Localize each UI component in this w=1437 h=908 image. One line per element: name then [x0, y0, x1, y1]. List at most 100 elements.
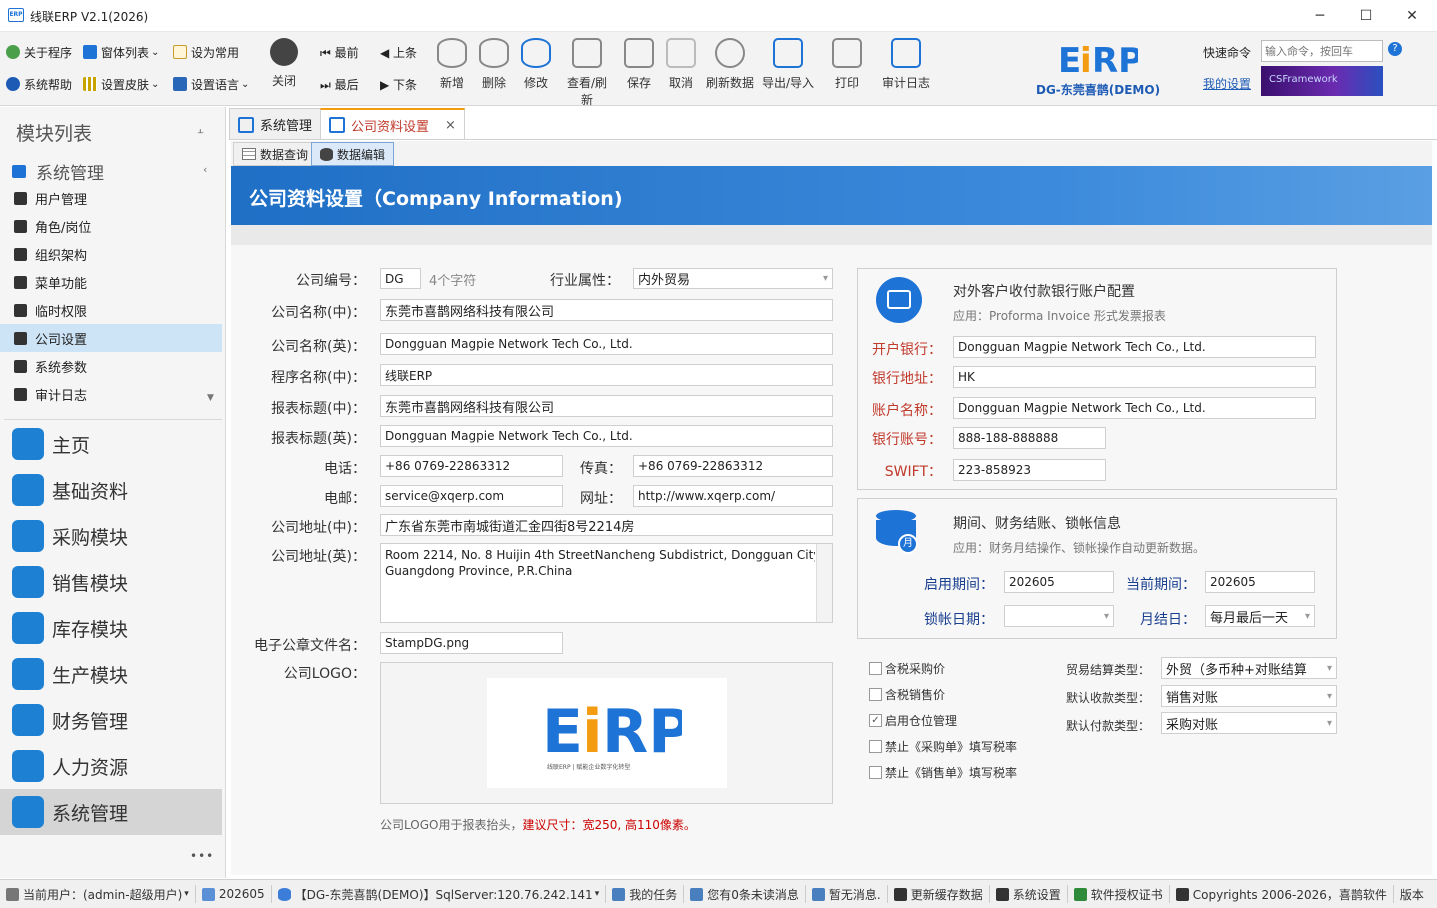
nav-first-button[interactable]: ⏮ 最前	[320, 44, 359, 61]
delete-button[interactable]: 删除	[471, 36, 517, 91]
refresh-data-button[interactable]: 刷新数据	[703, 36, 757, 91]
start-period-input[interactable]: 202605	[1004, 571, 1114, 593]
address-cn-input[interactable]: 广东省东莞市南城街道汇金四街8号2214房	[380, 514, 833, 536]
sidebar-item-roles[interactable]: 角色/岗位	[0, 212, 222, 240]
checkbox-tax-purchase[interactable]: 含税采购价	[869, 660, 945, 677]
more-icon[interactable]: •••	[190, 849, 214, 863]
receive-type-select[interactable]: 销售对账	[1161, 685, 1337, 707]
report-title-cn-input[interactable]: 东莞市喜鹊网络科技有限公司	[380, 395, 833, 417]
sidebar-item-company[interactable]: 公司设置	[0, 324, 222, 352]
refresh-icon	[893, 887, 907, 901]
status-database[interactable]: 【DG-东莞喜鹊(DEMO)】SqlServer:120.76.242.141 ▾	[272, 885, 607, 903]
status-license[interactable]: 软件授权证书	[1068, 885, 1170, 903]
stamp-input[interactable]: StampDG.png	[380, 632, 563, 654]
status-notice[interactable]: 暂无消息.	[806, 885, 888, 903]
sidebar-item-audit[interactable]: 审计日志	[0, 380, 222, 408]
help-icon[interactable]: ?	[1388, 42, 1402, 56]
skin-button[interactable]: 设置皮肤 ⌄	[83, 75, 159, 93]
window-list-button[interactable]: 窗体列表 ⌄	[83, 43, 159, 61]
quick-command-label: 快速命令	[1203, 46, 1252, 60]
lock-date-select[interactable]	[1004, 605, 1114, 627]
maximize-button[interactable]: ☐	[1343, 0, 1389, 32]
industry-select[interactable]: 内外贸易	[633, 268, 833, 289]
website-input[interactable]: http://www.xqerp.com/	[633, 485, 833, 507]
status-period[interactable]: 202605	[196, 885, 272, 903]
status-user[interactable]: 当前用户：(admin-超级用户) ▾	[0, 885, 196, 903]
module-sales[interactable]: 销售模块	[0, 559, 222, 605]
module-system[interactable]: 系统管理	[0, 789, 222, 835]
logo-picture-box[interactable]: E i RP 线联ERP | 赋能企业数字化转型	[380, 662, 833, 804]
subtab-edit[interactable]: 数据编辑	[311, 142, 395, 166]
tab-company-info[interactable]: 公司资料设置 ×	[320, 108, 465, 140]
name-en-input[interactable]: Dongguan Magpie Network Tech Co., Ltd.	[380, 333, 833, 355]
checkbox-bin-location[interactable]: ✓ 启用仓位管理	[869, 712, 957, 729]
name-cn-input[interactable]: 东莞市喜鹊网络科技有限公司	[380, 299, 833, 321]
status-refresh-cache[interactable]: 更新缓存数据	[888, 885, 990, 903]
module-purchase[interactable]: 采购模块	[0, 513, 222, 559]
checkbox-no-po-tax[interactable]: 禁止《采购单》填写税率	[869, 738, 1017, 755]
close-tab-icon[interactable]: ×	[445, 118, 456, 133]
edit-button[interactable]: 修改	[513, 36, 559, 91]
help-icon	[6, 77, 20, 91]
module-home[interactable]: 主页	[0, 421, 222, 467]
pin-icon[interactable]: ⫠	[197, 123, 204, 137]
report-title-en-input[interactable]: Dongguan Magpie Network Tech Co., Ltd.	[380, 425, 833, 447]
sidebar-item-temp-perm[interactable]: 临时权限	[0, 296, 222, 324]
nav-prev-button[interactable]: ◀ 上条	[380, 44, 417, 61]
language-button[interactable]: 设置语言 ⌄	[173, 75, 249, 93]
my-settings-link[interactable]: 我的设置	[1203, 75, 1251, 92]
module-hr[interactable]: 人力资源	[0, 743, 222, 789]
cancel-button[interactable]: 取消	[658, 36, 704, 91]
quick-command-input[interactable]	[1261, 40, 1383, 62]
phone-input[interactable]: +86 0769-22863312	[380, 455, 563, 477]
checkbox-no-so-tax[interactable]: 禁止《销售单》填写税率	[869, 764, 1017, 781]
email-input[interactable]: service@xqerp.com	[380, 485, 563, 507]
sidebar-item-params[interactable]: 系统参数	[0, 352, 222, 380]
add-button[interactable]: 新增	[429, 36, 475, 91]
module-production[interactable]: 生产模块	[0, 651, 222, 697]
nav-next-button[interactable]: ▶ 下条	[380, 76, 417, 93]
close-button[interactable]: 关闭	[261, 36, 307, 89]
textarea-scrollbar[interactable]	[816, 544, 832, 622]
sidebar-item-users[interactable]: 用户管理	[0, 184, 222, 212]
scroll-down-icon[interactable]: ▼	[207, 393, 214, 403]
collapse-icon[interactable]: ‹	[203, 163, 207, 176]
bank-address-input[interactable]: HK	[953, 366, 1316, 388]
audit-log-button[interactable]: 审计日志	[880, 36, 932, 91]
company-code-input[interactable]: DG	[380, 268, 421, 289]
sidebar-item-menu[interactable]: 菜单功能	[0, 268, 222, 296]
pay-type-select[interactable]: 采购对账	[1161, 712, 1337, 734]
bank-name-input[interactable]: Dongguan Magpie Network Tech Co., Ltd.	[953, 336, 1316, 358]
nav-last-button[interactable]: ⏭ 最后	[320, 76, 359, 93]
sidebar-item-org[interactable]: 组织架构	[0, 240, 222, 268]
app-name-input[interactable]: 线联ERP	[380, 364, 833, 386]
month-end-select[interactable]: 每月最后一天	[1205, 605, 1315, 627]
view-refresh-button[interactable]: 查看/刷新	[561, 36, 613, 108]
module-basic-data[interactable]: 基础资料	[0, 467, 222, 513]
status-settings[interactable]: 系统设置	[990, 885, 1068, 903]
module-inventory[interactable]: 库存模块	[0, 605, 222, 651]
help-button[interactable]: 系统帮助	[6, 75, 72, 93]
about-button[interactable]: 关于程序	[6, 43, 72, 61]
swift-input[interactable]: 223-858923	[953, 459, 1106, 481]
current-period-input[interactable]: 202605	[1205, 571, 1315, 593]
export-import-button[interactable]: 导出/导入	[760, 36, 816, 91]
account-name-input[interactable]: Dongguan Magpie Network Tech Co., Ltd.	[953, 397, 1316, 419]
address-en-textarea[interactable]: Room 2214, No. 8 Huijin 4th StreetNanche…	[380, 543, 833, 623]
subtab-query[interactable]: 数据查询	[233, 142, 318, 166]
status-tasks[interactable]: 我的任务	[606, 885, 685, 903]
trade-type-select[interactable]: 外贸（多币种+对账结算	[1161, 657, 1337, 679]
status-messages[interactable]: 您有0条未读消息	[684, 885, 806, 903]
module-finance[interactable]: 财务管理	[0, 697, 222, 743]
group-system-management[interactable]: 系统管理	[12, 159, 104, 184]
minimize-button[interactable]: ─	[1297, 0, 1343, 32]
account-number-input[interactable]: 888-188-888888	[953, 427, 1106, 449]
checkbox-tax-sales[interactable]: 含税销售价	[869, 686, 945, 703]
fax-input[interactable]: +86 0769-22863312	[633, 455, 833, 477]
print-button[interactable]: 打印	[824, 36, 870, 91]
save-button[interactable]: 保存	[616, 36, 662, 91]
close-window-button[interactable]: ✕	[1389, 0, 1435, 32]
tab-system-management[interactable]: 系统管理	[229, 108, 322, 140]
set-favorite-button[interactable]: 设为常用	[173, 43, 239, 61]
status-version[interactable]: 版本	[1394, 885, 1430, 903]
